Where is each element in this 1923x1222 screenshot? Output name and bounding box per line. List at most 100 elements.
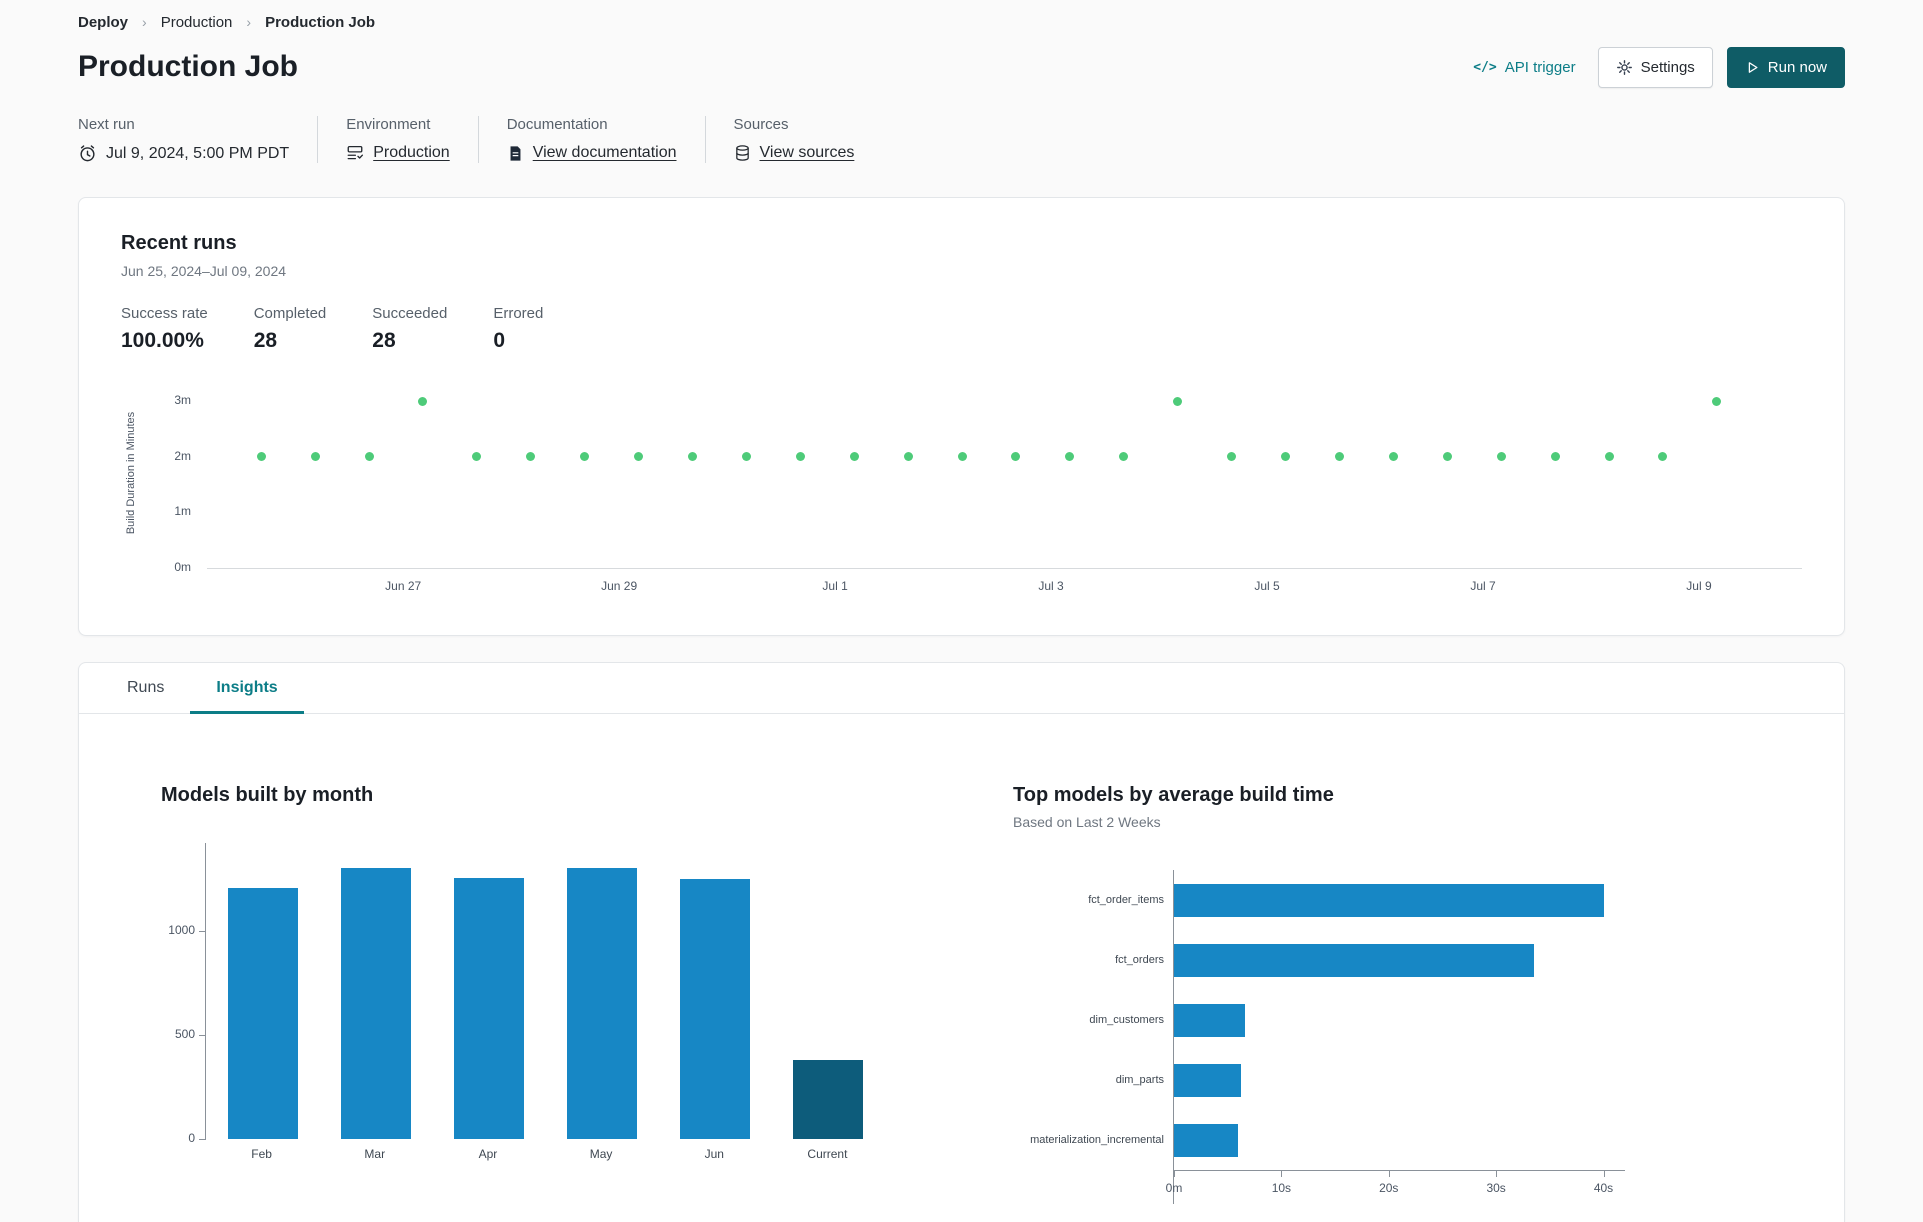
- run-dot[interactable]: [1065, 452, 1075, 462]
- breadcrumb-deploy[interactable]: Deploy: [78, 14, 128, 31]
- x-tick-mark: [1174, 1171, 1175, 1177]
- category-label: Jun: [704, 1147, 724, 1161]
- run-now-label: Run now: [1767, 58, 1827, 76]
- run-dot[interactable]: [310, 452, 320, 462]
- y-tick-label: 2m: [174, 448, 191, 463]
- stat-label: Completed: [253, 305, 327, 322]
- x-tick-label: 40s: [1593, 1181, 1614, 1195]
- bar-row: [1174, 870, 1625, 930]
- stat-value: 0: [493, 329, 506, 352]
- hbar-rows: [1174, 870, 1625, 1170]
- sources-block: Sources View sources: [734, 116, 855, 163]
- breadcrumb: Deploy › Production › Production Job: [78, 12, 1845, 32]
- run-dot[interactable]: [741, 452, 751, 462]
- breadcrumb-production[interactable]: Production: [161, 14, 233, 31]
- x-tick-label: 20s: [1379, 1181, 1399, 1195]
- view-documentation-link[interactable]: View documentation: [533, 144, 677, 162]
- model-labels: fct_order_items fct_orders dim_customers di…: [1013, 870, 1173, 1204]
- x-tick-label: Jun 29: [601, 579, 638, 593]
- run-dot[interactable]: [1712, 396, 1722, 406]
- job-detail-card: Runs Insights Models built by month 0 500…: [78, 662, 1845, 1222]
- bar-row: [1174, 990, 1625, 1050]
- x-tick-mark: [1496, 1171, 1498, 1177]
- run-dot[interactable]: [634, 452, 644, 462]
- environment-label: Environment: [346, 116, 431, 133]
- run-dot[interactable]: [1011, 452, 1021, 462]
- settings-button[interactable]: Settings: [1597, 46, 1713, 88]
- run-dot[interactable]: [1496, 452, 1506, 462]
- chart-title: Top models by average build time: [1013, 784, 1334, 806]
- bar-chart: 0 500 1000 Feb Mar Apr May Jun Current: [161, 843, 885, 1173]
- api-trigger-link[interactable]: </> API trigger: [1473, 59, 1575, 76]
- run-dot[interactable]: [1604, 452, 1614, 462]
- run-dot[interactable]: [256, 452, 266, 462]
- x-tick-mark: [1388, 1171, 1390, 1177]
- api-trigger-label: API trigger: [1504, 58, 1576, 76]
- x-tick-label: Jul 3: [1038, 579, 1064, 593]
- bar-row: [1174, 930, 1625, 990]
- code-icon: </>: [1473, 59, 1497, 75]
- divider: [317, 116, 319, 163]
- run-dot[interactable]: [688, 452, 698, 462]
- recent-runs-date-range: Jun 25, 2024–Jul 09, 2024: [121, 263, 287, 279]
- recent-runs-card: Recent runs Jun 25, 2024–Jul 09, 2024 Su…: [78, 197, 1845, 636]
- run-dot[interactable]: [1334, 452, 1344, 462]
- model-label: materialization_incremental: [1030, 1134, 1164, 1146]
- tab-insights[interactable]: Insights: [190, 663, 304, 714]
- production-job-page: Deploy › Production › Production Job Pro…: [0, 0, 1923, 1222]
- database-icon: [734, 144, 751, 162]
- bar-jun: [680, 879, 751, 1139]
- stat-errored: Errored 0: [493, 305, 543, 353]
- stat-value: 28: [253, 329, 278, 352]
- run-dot[interactable]: [957, 452, 967, 462]
- run-now-button[interactable]: Run now: [1726, 46, 1845, 88]
- divider: [704, 116, 706, 163]
- run-dot[interactable]: [364, 452, 374, 462]
- run-dot[interactable]: [472, 452, 482, 462]
- view-sources-link[interactable]: View sources: [760, 144, 855, 162]
- gear-icon: [1616, 59, 1633, 76]
- x-axis: 0m 10s 20s 30s 40s: [1166, 1170, 1625, 1204]
- tab-runs[interactable]: Runs: [101, 663, 190, 713]
- bar-apr: [453, 878, 524, 1139]
- run-dot[interactable]: [1442, 452, 1452, 462]
- y-axis-ticks: 0m 1m 2m 3m: [155, 379, 199, 574]
- run-dot[interactable]: [1227, 452, 1237, 462]
- model-label: dim_parts: [1115, 1074, 1164, 1086]
- run-dot[interactable]: [1658, 452, 1668, 462]
- y-tick-label: 1000: [168, 922, 195, 937]
- stat-label: Succeeded: [372, 305, 448, 322]
- run-dot[interactable]: [1388, 452, 1398, 462]
- run-dot[interactable]: [849, 452, 859, 462]
- run-dot[interactable]: [795, 452, 805, 462]
- play-icon: [1745, 60, 1760, 75]
- bar-mar: [340, 868, 411, 1139]
- run-dot[interactable]: [1119, 452, 1129, 462]
- next-run-block: Next run Jul 9, 2024, 5:00 PM PDT: [78, 116, 289, 163]
- x-tick-mark: [1281, 1171, 1283, 1177]
- run-dot[interactable]: [1550, 452, 1560, 462]
- y-tick-label: 0: [188, 1131, 195, 1145]
- y-axis-ticks: 0 500 1000: [161, 843, 205, 1145]
- chevron-right-icon: ›: [142, 14, 147, 30]
- y-tick-mark: [199, 1034, 206, 1036]
- run-dot[interactable]: [1281, 452, 1291, 462]
- run-dot[interactable]: [580, 452, 590, 462]
- run-dot[interactable]: [1173, 396, 1183, 406]
- next-run-label: Next run: [78, 116, 135, 133]
- run-dot[interactable]: [526, 452, 536, 462]
- run-dot[interactable]: [418, 396, 428, 406]
- x-tick-label: 30s: [1486, 1181, 1506, 1195]
- environment-link[interactable]: Production: [373, 144, 450, 162]
- x-tick-label: Jul 9: [1686, 579, 1712, 593]
- bar-row: [1174, 1110, 1625, 1170]
- run-dot[interactable]: [903, 452, 913, 462]
- top-models-chart: Top models by average build time Based o…: [1013, 784, 1625, 1204]
- recent-runs-title: Recent runs: [121, 232, 237, 254]
- stat-succeeded: Succeeded 28: [372, 305, 447, 353]
- header-actions: </> API trigger Settings Run now: [1473, 46, 1845, 88]
- category-label: Current: [807, 1147, 848, 1161]
- documentation-block: Documentation View documentation: [507, 116, 677, 163]
- y-tick-label: 3m: [174, 393, 191, 408]
- plot-column: Feb Mar Apr May Jun Current: [199, 843, 885, 1173]
